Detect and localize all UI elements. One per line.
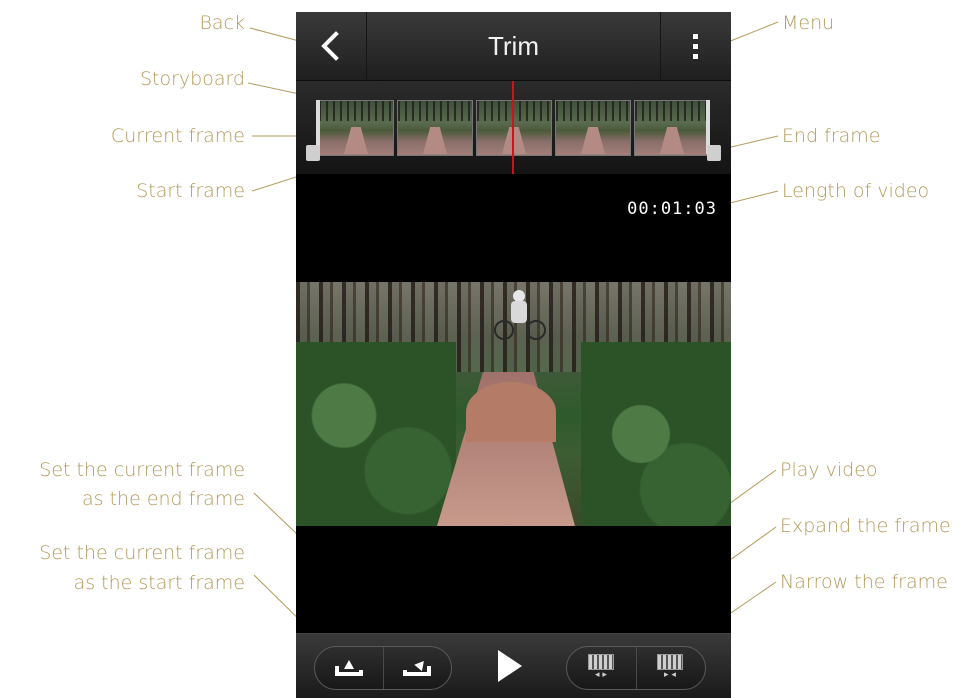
annotation-end-frame: End frame	[782, 125, 881, 147]
chevron-left-icon	[321, 31, 339, 61]
annotation-expand-frame: Expand the frame	[780, 515, 951, 537]
end-frame-handle[interactable]	[707, 145, 721, 161]
annotation-storyboard: Storyboard	[139, 68, 245, 90]
set-start-frame-button[interactable]	[314, 646, 382, 688]
back-button[interactable]	[296, 12, 367, 80]
overflow-menu-icon-dot	[693, 54, 698, 59]
set-start-frame-icon	[335, 660, 363, 676]
storyboard-thumbnail	[318, 100, 394, 156]
overflow-menu-icon-dot	[693, 44, 698, 49]
storyboard-frames[interactable]	[318, 100, 710, 156]
storyboard-thumbnail	[555, 100, 631, 156]
narrow-frame-button[interactable]: ▸ ◂	[635, 646, 704, 688]
annotation-narrow-frame: Narrow the frame	[780, 571, 948, 593]
annotation-play-video: Play video	[780, 459, 878, 481]
video-dirt-jump	[466, 382, 556, 442]
set-end-frame-icon	[403, 657, 431, 676]
storyboard-thumbnail	[476, 100, 552, 156]
annotation-length-of-video: Length of video	[782, 180, 930, 202]
narrow-filmstrip-icon	[657, 654, 683, 670]
storyboard-thumbnail	[397, 100, 473, 156]
annotation-menu: Menu	[782, 12, 835, 34]
menu-button[interactable]	[660, 12, 731, 80]
set-end-frame-button[interactable]	[382, 646, 450, 688]
annotation-set-end-line2: as the end frame	[82, 488, 245, 510]
annotation-set-end-line1: Set the current frame	[39, 459, 245, 481]
phone-screen: Trim 00:01:03 ◂ ▸ ▸ ◂	[296, 12, 731, 698]
storyboard[interactable]	[296, 81, 731, 174]
title-bar: Trim	[296, 12, 731, 81]
annotation-set-start-line1: Set the current frame	[39, 542, 245, 564]
page-title: Trim	[487, 31, 539, 61]
expand-frame-button[interactable]: ◂ ▸	[566, 646, 635, 688]
video-ferns-right	[581, 342, 731, 526]
bottom-toolbar: ◂ ▸ ▸ ◂	[296, 633, 731, 698]
current-frame-playhead[interactable]	[512, 81, 514, 174]
annotation-back: Back	[199, 12, 245, 34]
expand-filmstrip-icon	[588, 654, 614, 670]
annotation-start-frame: Start frame	[136, 180, 245, 202]
start-frame-handle[interactable]	[306, 145, 320, 161]
video-length: 00:01:03	[627, 199, 717, 219]
storyboard-thumbnail	[634, 100, 710, 156]
annotation-set-start-line2: as the start frame	[73, 572, 245, 594]
annotation-current-frame: Current frame	[110, 125, 245, 147]
video-preview[interactable]	[296, 282, 731, 526]
video-bike	[494, 316, 546, 340]
play-icon[interactable]	[498, 650, 522, 682]
overflow-menu-icon	[693, 34, 698, 39]
video-ferns-left	[296, 342, 456, 526]
